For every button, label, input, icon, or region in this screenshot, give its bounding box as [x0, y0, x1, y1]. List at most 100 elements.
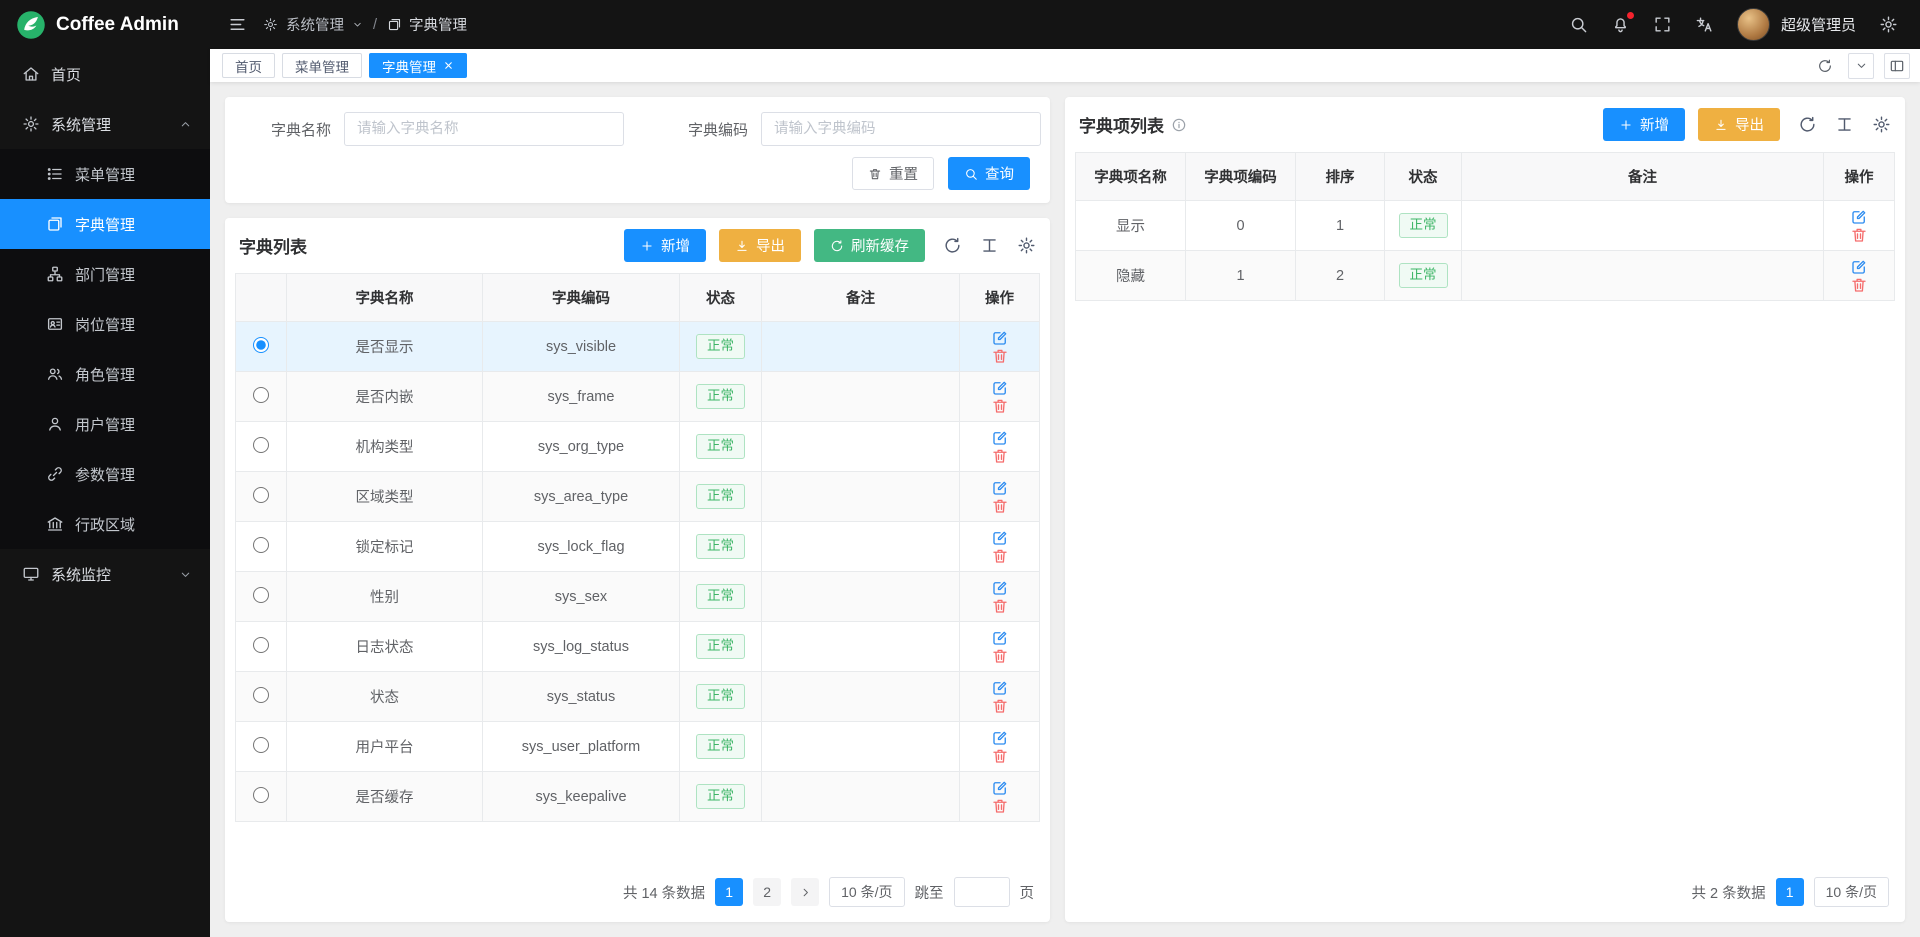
refresh-icon[interactable] — [943, 236, 962, 255]
edit-icon[interactable] — [991, 729, 1009, 747]
sidebar-subitem[interactable]: 角色管理 — [0, 349, 210, 399]
dict-code-input[interactable] — [761, 112, 1041, 146]
page-size-select[interactable]: 10 条/页 — [1814, 877, 1889, 907]
delete-icon[interactable] — [991, 697, 1009, 715]
table-row[interactable]: 是否内嵌 sys_frame 正常 — [236, 372, 1040, 422]
tab[interactable]: 首页 — [222, 53, 275, 78]
avatar[interactable] — [1737, 8, 1770, 41]
row-radio[interactable] — [253, 387, 269, 403]
row-radio[interactable] — [253, 487, 269, 503]
delete-icon[interactable] — [991, 797, 1009, 815]
delete-icon[interactable] — [1850, 276, 1868, 294]
gear-icon[interactable] — [1879, 15, 1898, 34]
table-row[interactable]: 性别 sys_sex 正常 — [236, 572, 1040, 622]
collapse-menu-icon[interactable] — [228, 15, 247, 34]
sidebar-subitem[interactable]: 行政区域 — [0, 499, 210, 549]
page-size-select[interactable]: 10 条/页 — [829, 877, 904, 907]
sidebar: Coffee Admin 首页 系统管理 菜单管理 — [0, 0, 210, 937]
gear-icon[interactable] — [1872, 115, 1891, 134]
delete-icon[interactable] — [991, 747, 1009, 765]
dict-panel: 字典名称 字典编码 重置 — [225, 97, 1050, 922]
row-radio[interactable] — [253, 537, 269, 553]
table-row[interactable]: 是否缓存 sys_keepalive 正常 — [236, 772, 1040, 822]
query-button[interactable]: 查询 — [948, 157, 1030, 190]
column-settings-icon[interactable] — [980, 236, 999, 255]
table-row[interactable]: 日志状态 sys_log_status 正常 — [236, 622, 1040, 672]
chevron-down-icon[interactable] — [352, 19, 363, 30]
sidebar-item-system-monitor[interactable]: 系统监控 — [0, 549, 210, 599]
edit-icon[interactable] — [991, 429, 1009, 447]
refresh-icon[interactable] — [1798, 115, 1817, 134]
edit-icon[interactable] — [991, 529, 1009, 547]
sidebar-subitem[interactable]: 用户管理 — [0, 399, 210, 449]
table-row[interactable]: 是否显示 sys_visible 正常 — [236, 322, 1040, 372]
sidebar-item-system-management[interactable]: 系统管理 — [0, 99, 210, 149]
edit-icon[interactable] — [991, 479, 1009, 497]
delete-icon[interactable] — [991, 647, 1009, 665]
reset-button[interactable]: 重置 — [852, 157, 934, 190]
edit-icon[interactable] — [991, 579, 1009, 597]
next-page-button[interactable] — [791, 878, 819, 906]
edit-icon[interactable] — [991, 329, 1009, 347]
row-radio[interactable] — [253, 737, 269, 753]
add-button[interactable]: 新增 — [624, 229, 706, 262]
row-radio[interactable] — [253, 637, 269, 653]
fullscreen-icon[interactable] — [1653, 15, 1672, 34]
delete-icon[interactable] — [991, 447, 1009, 465]
breadcrumb-parent[interactable]: 系统管理 — [286, 14, 344, 35]
edit-icon[interactable] — [991, 779, 1009, 797]
jump-page-input[interactable] — [954, 877, 1010, 907]
row-radio[interactable] — [253, 687, 269, 703]
table-row[interactable]: 用户平台 sys_user_platform 正常 — [236, 722, 1040, 772]
sidebar-subitem[interactable]: 参数管理 — [0, 449, 210, 499]
row-radio[interactable] — [253, 337, 269, 353]
table-row[interactable]: 隐藏 1 2 正常 — [1076, 251, 1895, 301]
row-radio[interactable] — [253, 587, 269, 603]
sidebar-subitem[interactable]: 菜单管理 — [0, 149, 210, 199]
delete-icon[interactable] — [991, 397, 1009, 415]
add-button[interactable]: 新增 — [1603, 108, 1685, 141]
column-settings-icon[interactable] — [1835, 115, 1854, 134]
refresh-cache-button[interactable]: 刷新缓存 — [814, 229, 925, 262]
translate-icon[interactable] — [1695, 15, 1714, 34]
row-radio[interactable] — [253, 437, 269, 453]
table-row[interactable]: 机构类型 sys_org_type 正常 — [236, 422, 1040, 472]
table-row[interactable]: 显示 0 1 正常 — [1076, 201, 1895, 251]
info-icon[interactable] — [1171, 117, 1187, 133]
gear-icon[interactable] — [1017, 236, 1036, 255]
sidebar-subitem[interactable]: 字典管理 — [0, 199, 210, 249]
delete-icon[interactable] — [991, 497, 1009, 515]
edit-icon[interactable] — [991, 629, 1009, 647]
notifications-button[interactable] — [1611, 15, 1630, 34]
edit-icon[interactable] — [1850, 258, 1868, 276]
page-button[interactable]: 1 — [1776, 878, 1804, 906]
delete-icon[interactable] — [991, 597, 1009, 615]
table-row[interactable]: 状态 sys_status 正常 — [236, 672, 1040, 722]
search-icon[interactable] — [1569, 15, 1588, 34]
delete-icon[interactable] — [991, 547, 1009, 565]
layout-button[interactable] — [1884, 53, 1910, 79]
column-header: 字典项编码 — [1186, 153, 1296, 201]
export-button[interactable]: 导出 — [1698, 108, 1780, 141]
table-row[interactable]: 区域类型 sys_area_type 正常 — [236, 472, 1040, 522]
edit-icon[interactable] — [1850, 208, 1868, 226]
close-icon[interactable] — [443, 60, 454, 71]
sidebar-subitem[interactable]: 岗位管理 — [0, 299, 210, 349]
edit-icon[interactable] — [991, 679, 1009, 697]
table-row[interactable]: 锁定标记 sys_lock_flag 正常 — [236, 522, 1040, 572]
tab[interactable]: 菜单管理 — [282, 53, 362, 78]
dict-name-input[interactable] — [344, 112, 624, 146]
delete-icon[interactable] — [1850, 226, 1868, 244]
delete-icon[interactable] — [991, 347, 1009, 365]
edit-icon[interactable] — [991, 379, 1009, 397]
sidebar-subitem[interactable]: 部门管理 — [0, 249, 210, 299]
page-button[interactable]: 2 — [753, 878, 781, 906]
tab[interactable]: 字典管理 — [369, 53, 467, 78]
row-radio[interactable] — [253, 787, 269, 803]
tab-options-button[interactable] — [1848, 53, 1874, 79]
user-name[interactable]: 超级管理员 — [1781, 14, 1856, 35]
refresh-tab-button[interactable] — [1812, 53, 1838, 79]
sidebar-item-home[interactable]: 首页 — [0, 49, 210, 99]
page-button[interactable]: 1 — [715, 878, 743, 906]
export-button[interactable]: 导出 — [719, 229, 801, 262]
